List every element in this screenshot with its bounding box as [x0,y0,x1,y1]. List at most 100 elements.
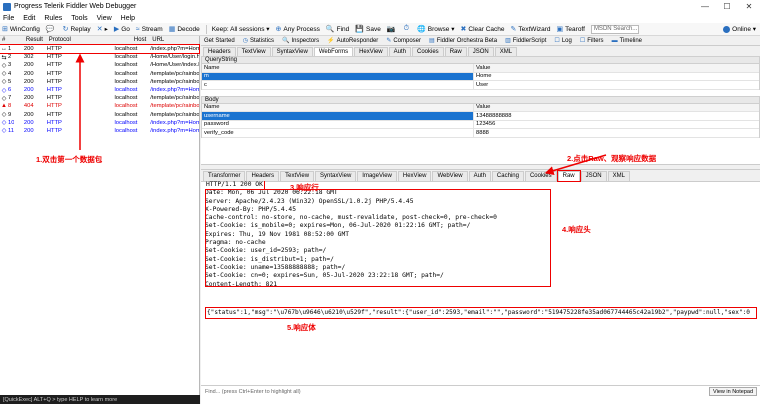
param-value: 8888 [476,129,489,136]
toolbar-item[interactable]: ▣ Tearoff [557,25,585,34]
minimize-button[interactable]: — [694,0,716,13]
response-tabs-headers[interactable]: Headers [246,170,280,181]
toolbar-item[interactable]: Keep: All sessions ▾ [212,25,270,33]
session-row[interactable]: ◇ 9 200 HTTP localhost /template/pc/rainb… [0,111,199,119]
maximize-button[interactable]: ☐ [716,0,738,13]
request-tabs-cookies[interactable]: Cookies [412,47,444,56]
session-row[interactable]: ◇3 200 HTTP localhost /Home/User/index.h… [0,61,199,69]
toolbar-item[interactable]: ▶ Go [113,25,130,34]
col-url[interactable]: URL [150,37,199,43]
session-row[interactable]: ◇10 200 HTTP localhost /index.php?m=Home… [0,119,199,127]
top-tab[interactable]: ⚡ AutoResponder [327,37,378,45]
toolbar-item[interactable]: ⊕ Any Process [276,25,320,34]
querystring-section-title: QueryString [201,56,760,64]
toolbar-item[interactable]: ⊞ WinConfig [2,25,40,34]
toolbar-item[interactable]: 🔍 Find [326,25,349,34]
session-row[interactable]: ◇11 200 HTTP localhost /index.php?m=Home… [0,127,199,135]
param-value: 13488888888 [476,112,512,119]
menu-tools[interactable]: Tools [71,15,87,22]
top-tab[interactable]: ✎ Composer [386,37,421,45]
toolbar-item[interactable]: 📷 [387,25,398,33]
session-row[interactable]: ◇ 4 200 HTTP localhost /template/pc/rainb… [0,70,199,78]
toolbar-item[interactable]: ✕ ▸ [97,25,108,33]
header-name: Name [202,64,474,72]
top-tab-label: Statistics [249,37,274,44]
top-tab[interactable]: ◷ Statistics [243,37,274,45]
request-tabs-json[interactable]: JSON [467,47,494,56]
toolbar-item[interactable]: 💬 [46,25,57,33]
close-button[interactable]: ✕ [738,0,760,13]
response-tabs-syntaxview[interactable]: SyntaxView [315,170,357,181]
top-tab[interactable]: ☐ Log [554,37,571,45]
col-protocol[interactable]: Protocol [47,37,113,43]
menu-rules[interactable]: Rules [44,15,62,22]
response-tabs-hexview[interactable]: HexView [397,170,432,181]
session-row[interactable]: ◇ 7 200 HTTP localhost /template/pc/rainb… [0,94,199,102]
menu-help[interactable]: Help [121,15,135,22]
session-row[interactable]: ▲ 8 404 HTTP localhost /template/pc/rainb… [0,102,199,110]
response-tabs-webview[interactable]: WebView [432,170,468,181]
quickexec-bar[interactable]: [QuickExec] ALT+Q > type HELP to learn m… [0,395,200,404]
session-protocol: HTTP [46,119,62,126]
toolbar-item[interactable]: 💾 Save [355,25,381,34]
col-host[interactable]: Host [112,37,150,43]
response-tabs-transformer[interactable]: Transformer [203,170,246,181]
session-row[interactable]: ◇6 200 HTTP localhost /index.php?m=Home&… [0,86,199,94]
request-tabs-auth[interactable]: Auth [388,47,411,56]
toolbar-item[interactable]: ⏱ [404,25,411,33]
msdn-search-input[interactable]: MSDN Search... [590,24,639,34]
toolbar-item[interactable]: 🌐 Browse ▾ [417,25,454,33]
top-tab[interactable]: ▥ FiddlerScript [505,37,546,45]
response-tabs-raw[interactable]: Raw [556,169,581,182]
top-tab[interactable]: Get Started [204,38,235,44]
sessions-pane: # Result Protocol Host URL ↔ 1 200 HTTP l… [0,36,200,396]
request-tabs-syntaxview[interactable]: SyntaxView [271,47,313,56]
col-num[interactable]: # [0,37,24,43]
toolbar-item[interactable]: ✎ TextWizard [511,25,551,34]
request-tabs-headers[interactable]: Headers [203,47,236,56]
menu-edit[interactable]: Edit [23,15,35,22]
toolbar-item-label: Any Process [283,25,320,33]
response-tabs-textview[interactable]: TextView [280,170,315,181]
request-tabs-textview[interactable]: TextView [236,47,271,56]
session-num: ▲ 8 [0,103,24,109]
response-tabs-cookies[interactable]: Cookies [524,170,557,181]
toolbar-item[interactable]: ▦ Decode [169,25,200,34]
response-tabs-json[interactable]: JSON [580,170,607,181]
request-tabs-xml[interactable]: XML [494,47,518,56]
table-row[interactable]: password 123456 [202,120,759,129]
top-tab[interactable]: ☐ Filters [580,37,604,45]
session-row[interactable]: ⇆ 2 302 HTTP localhost /Home/User/login.h… [0,53,199,61]
globe-icon [723,25,731,33]
response-tabs-auth[interactable]: Auth [468,170,491,181]
menu-file[interactable]: File [3,15,14,22]
session-row[interactable]: ◇ 5 200 HTTP localhost /template/pc/rainb… [0,78,199,86]
top-tab[interactable]: 🔍 Inspectors [282,37,319,45]
request-tabs-webforms[interactable]: WebForms [313,47,354,56]
menu-view[interactable]: View [97,15,112,22]
find-input[interactable]: Find... (press Ctrl+Enter to highlight a… [201,387,709,397]
view-in-notepad-button[interactable]: View in Notepad [709,387,757,396]
table-row[interactable]: username 13488888888 [202,112,759,121]
session-host: localhost [114,54,138,61]
top-tab[interactable]: ▬ Timeline [612,38,642,44]
tab-icon: ▥ [505,38,511,44]
online-status[interactable]: Online ▾ [723,25,756,33]
response-tabs-xml[interactable]: XML [607,170,630,181]
body-table: Name Value username 13488888888 password 1234… [201,103,760,138]
session-row[interactable]: ↔1 200 HTTP localhost /index.php?m=Home&… [0,43,200,55]
table-row[interactable]: verify_code 8888 [202,129,759,138]
toolbar-item[interactable]: ↻ Replay [63,25,91,34]
response-tabs-caching[interactable]: Caching [491,170,524,181]
table-row[interactable]: c User [202,81,759,90]
top-tab[interactable]: ▤ Fiddler Orchestra Beta [429,37,497,45]
request-tabs-raw[interactable]: Raw [444,47,467,56]
toolbar-item[interactable]: ✖ Clear Cache [461,25,505,34]
response-tabs-imageview[interactable]: ImageView [357,170,397,181]
go-icon: ▶ [113,26,120,33]
request-tabs-hexview[interactable]: HexView [354,47,388,56]
toolbar-item[interactable]: ≈ Stream [136,26,163,33]
table-row[interactable]: m Home [202,72,759,81]
col-result[interactable]: Result [24,37,47,43]
session-num: ◇ 5 [0,78,24,86]
